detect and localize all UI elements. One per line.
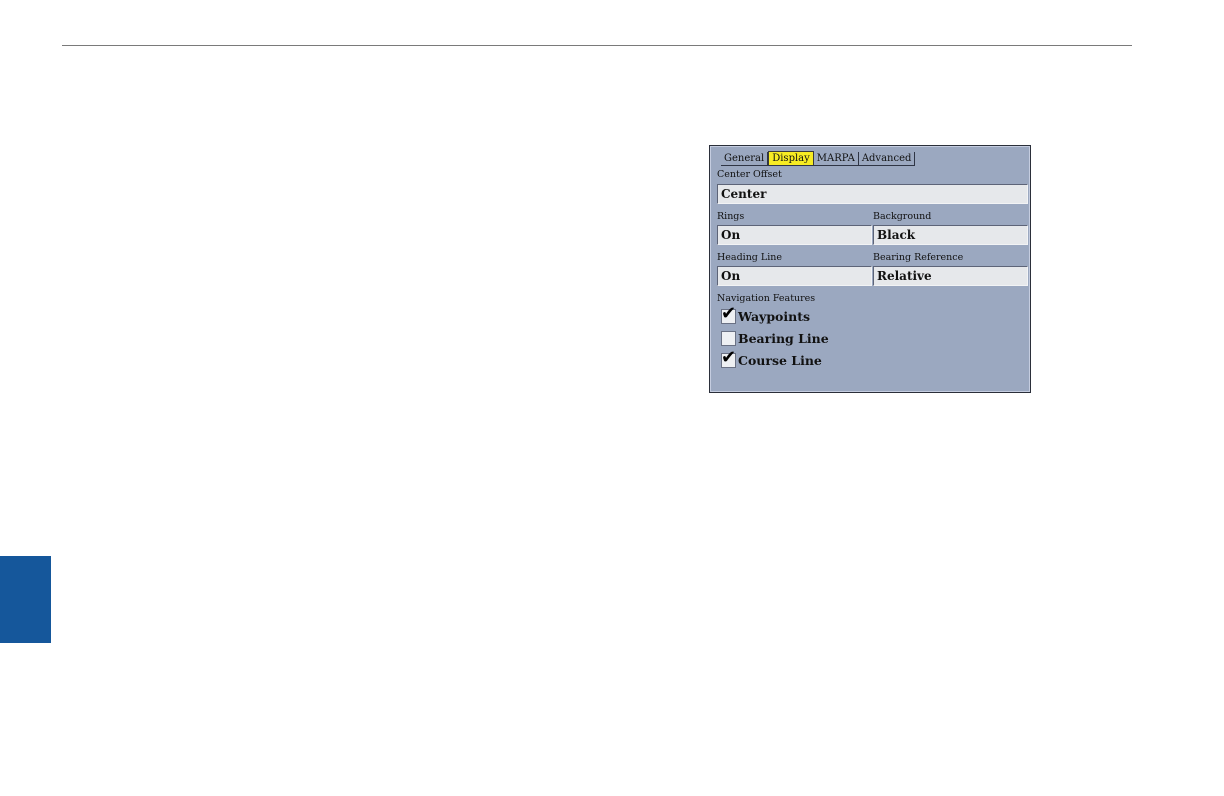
tab-general[interactable]: General [721, 152, 769, 165]
tab-display[interactable]: Display [768, 151, 814, 165]
tab-marpa[interactable]: MARPA [814, 152, 859, 165]
bearing-line-checkbox[interactable] [721, 330, 736, 346]
tab-bar: General Display MARPA Advanced [721, 150, 916, 166]
checkmark-icon: ✔ [721, 302, 737, 324]
bearing-line-label: Bearing Line [738, 330, 829, 346]
center-offset-label: Center Offset [717, 169, 782, 180]
rings-label: Rings [717, 211, 745, 222]
section-tab-marker [0, 556, 51, 643]
tab-advanced[interactable]: Advanced [859, 152, 916, 165]
header-rule [62, 45, 1132, 46]
heading-line-field[interactable]: On [717, 266, 872, 286]
rings-field[interactable]: On [717, 225, 872, 245]
course-line-label: Course Line [738, 352, 822, 368]
bearing-reference-label: Bearing Reference [873, 252, 964, 263]
checkmark-icon: ✔ [721, 346, 737, 368]
bearing-reference-field[interactable]: Relative [873, 266, 1028, 286]
background-label: Background [873, 211, 932, 222]
heading-line-label: Heading Line [717, 252, 782, 263]
course-line-option[interactable]: ✔ Course Line [721, 348, 822, 369]
screen-frame: General Display MARPA Advanced Center Of… [710, 146, 1030, 392]
bearing-line-option[interactable]: Bearing Line [721, 329, 829, 347]
waypoints-option[interactable]: ✔ Waypoints [721, 304, 811, 325]
course-line-checkbox[interactable]: ✔ [721, 348, 736, 368]
center-offset-field[interactable]: Center [717, 184, 1028, 204]
waypoints-checkbox[interactable]: ✔ [721, 304, 736, 324]
background-field[interactable]: Black [873, 225, 1028, 245]
waypoints-label: Waypoints [738, 308, 811, 324]
radar-setup-screen: General Display MARPA Advanced Center Of… [709, 145, 1031, 393]
